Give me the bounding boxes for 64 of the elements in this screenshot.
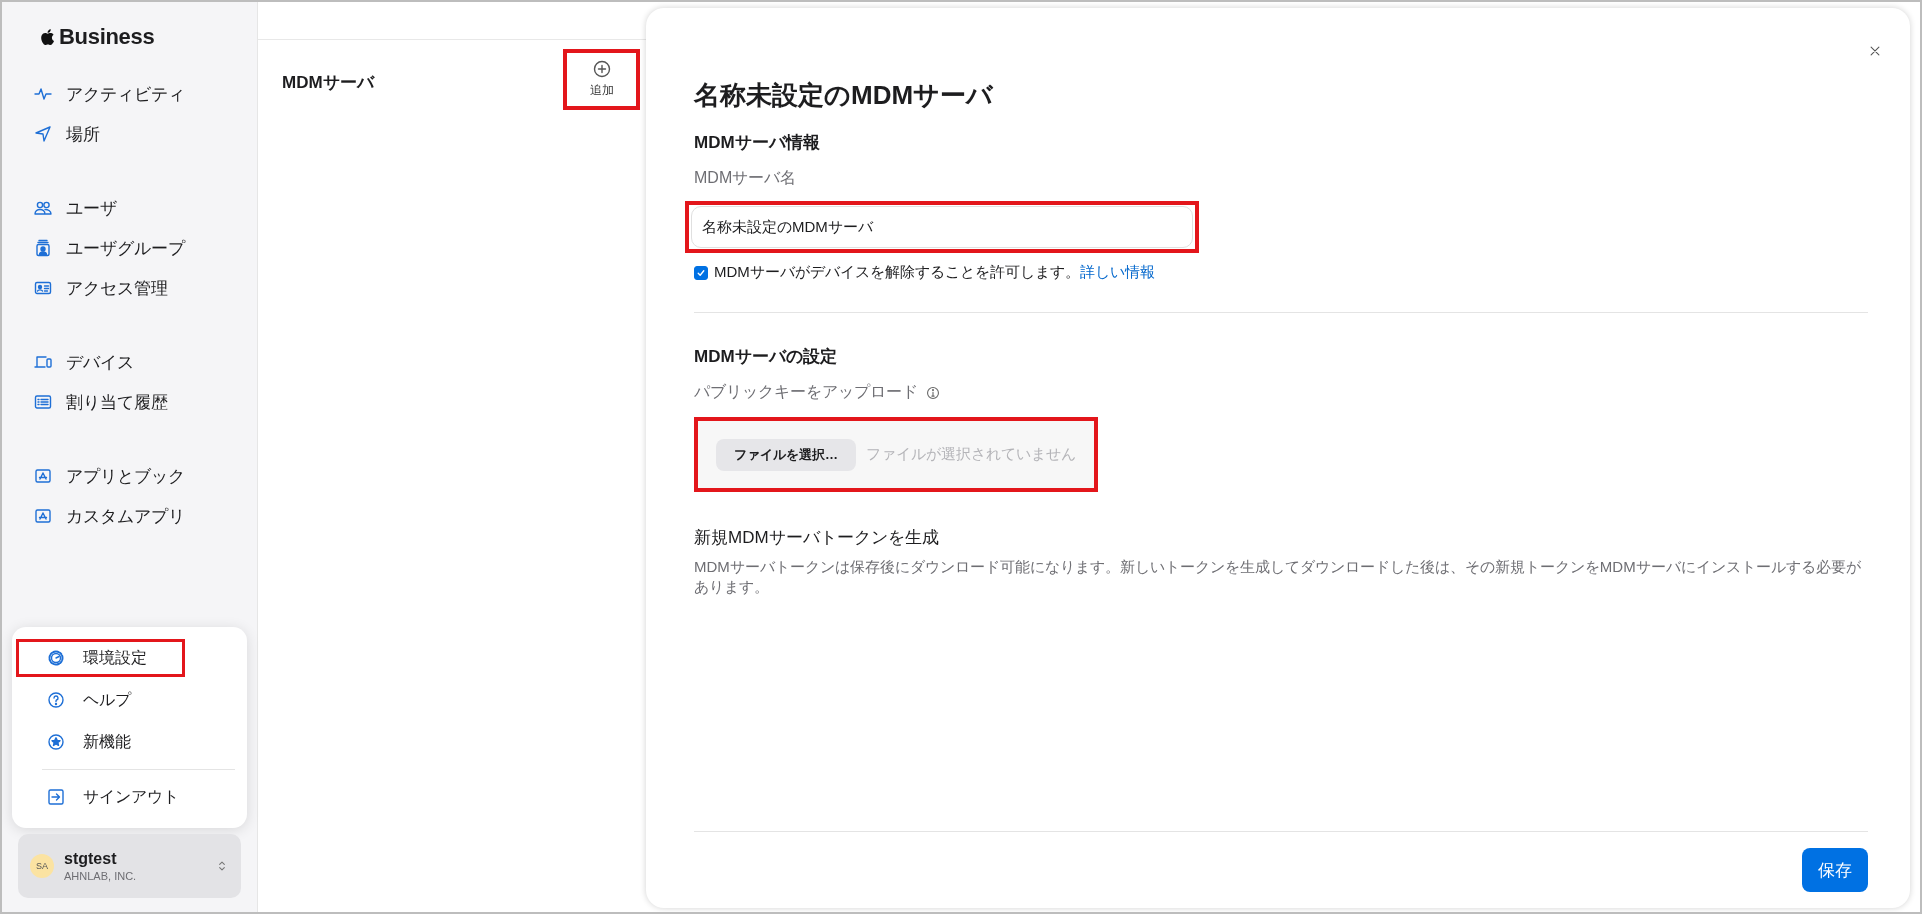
devices-icon bbox=[34, 353, 52, 371]
id-card-icon bbox=[34, 279, 52, 297]
name-input-field[interactable]: 名称未設定のMDMサーバ bbox=[691, 206, 1193, 248]
people-icon bbox=[34, 199, 52, 217]
logo-text: Business bbox=[59, 24, 155, 50]
add-button[interactable]: 追加 bbox=[587, 58, 616, 101]
choose-file-button[interactable]: ファイルを選択… bbox=[716, 438, 856, 471]
checkmark-icon bbox=[696, 267, 706, 278]
field-label: パブリックキーをアップロード bbox=[694, 382, 918, 402]
person-badge-icon bbox=[34, 239, 52, 257]
sidebar-item-label: 場所 bbox=[66, 123, 100, 146]
menu-item-label: サインアウト bbox=[83, 786, 179, 807]
sidebar-item-label: 割り当て履歴 bbox=[66, 391, 168, 414]
help-icon bbox=[47, 691, 65, 709]
account-name: stgtest bbox=[64, 850, 118, 868]
account-switcher[interactable]: SA stgtest AHNLAB, INC. bbox=[18, 834, 241, 898]
section-heading: MDMサーバの設定 bbox=[694, 346, 838, 368]
file-status: ファイルが選択されていません bbox=[866, 445, 1076, 464]
sidebar-item-label: アプリとブック bbox=[66, 465, 185, 488]
menu-item[interactable]: サインアウト bbox=[16, 778, 235, 816]
menu-item[interactable]: ヘルプ bbox=[16, 681, 235, 719]
waveform-icon bbox=[34, 85, 52, 103]
sidebar-item[interactable]: 場所 bbox=[2, 114, 257, 154]
sidebar-item-label: アクティビティ bbox=[66, 83, 185, 106]
menu-item-label: ヘルプ bbox=[83, 689, 131, 710]
sidebar-item[interactable]: アプリとブック bbox=[2, 456, 257, 496]
sidebar-item-label: デバイス bbox=[66, 351, 134, 374]
sidebar-item[interactable]: デバイス bbox=[2, 342, 257, 382]
menu-item-label: 新機能 bbox=[83, 731, 131, 752]
sidebar-item[interactable]: 割り当て履歴 bbox=[2, 382, 257, 422]
sign-out-icon bbox=[47, 788, 65, 806]
app-store-icon bbox=[34, 507, 52, 525]
field-label: MDMサーバ名 bbox=[694, 168, 798, 188]
sidebar-item[interactable]: カスタムアプリ bbox=[2, 496, 257, 536]
token-description: MDMサーバトークンは保存後にダウンロード可能になります。新しいトークンを生成してダウンロードした後は、その新規トークンをMDMサーバにインストールする必要があります。 bbox=[694, 557, 1862, 598]
sidebar-item[interactable]: アクティビティ bbox=[2, 74, 257, 114]
sidebar-item[interactable]: アクセス管理 bbox=[2, 268, 257, 308]
add-circle-icon bbox=[592, 60, 611, 78]
avatar: SA bbox=[30, 854, 54, 878]
app-store-icon bbox=[34, 467, 52, 485]
pane-title: MDMサーバ bbox=[282, 72, 374, 94]
sidebar-item-label: アクセス管理 bbox=[66, 277, 168, 300]
location-arrow-icon bbox=[34, 125, 52, 143]
token-heading: 新規MDMサーバトークンを生成 bbox=[694, 527, 940, 549]
checkbox-label: MDMサーバがデバイスを解除することを許可します。詳しい情報 bbox=[714, 263, 1155, 282]
organization-name: AHNLAB, INC. bbox=[64, 870, 138, 882]
panel-title: 名称未設定のMDMサーバ bbox=[694, 79, 995, 112]
sidebar-item-label: ユーザグループ bbox=[66, 237, 185, 260]
gear-icon bbox=[47, 649, 65, 667]
sidebar-item[interactable]: ユーザグループ bbox=[2, 228, 257, 268]
section-heading: MDMサーバ情報 bbox=[694, 132, 821, 154]
menu-item-label: 環境設定 bbox=[83, 647, 147, 668]
learn-more-link[interactable]: 詳しい情報 bbox=[1079, 263, 1155, 280]
close-icon bbox=[1868, 44, 1882, 58]
checkbox[interactable] bbox=[694, 265, 708, 280]
sidebar-item[interactable]: ユーザ bbox=[2, 188, 257, 228]
list-document-icon bbox=[34, 393, 52, 411]
info-icon bbox=[926, 385, 940, 400]
sidebar-item-label: ユーザ bbox=[66, 197, 117, 220]
menu-item[interactable]: 新機能 bbox=[16, 723, 235, 761]
save-button[interactable]: 保存 bbox=[1802, 848, 1868, 892]
sidebar-item-label: カスタムアプリ bbox=[66, 505, 185, 528]
star-circle-icon bbox=[47, 733, 65, 751]
menu-item[interactable]: 環境設定 bbox=[16, 639, 185, 677]
